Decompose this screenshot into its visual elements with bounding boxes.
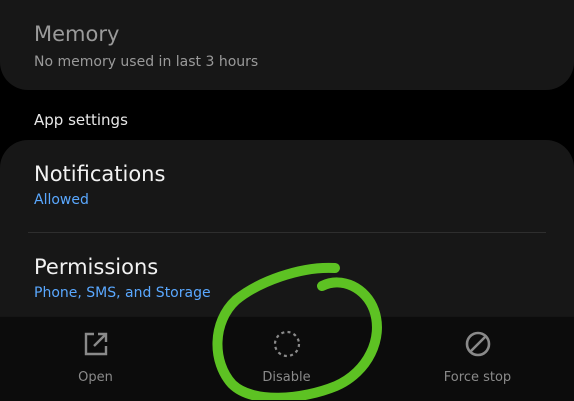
row-divider <box>28 232 546 233</box>
open-external-icon <box>84 332 107 356</box>
open-button[interactable]: Open <box>0 317 191 401</box>
memory-subtitle: No memory used in last 3 hours <box>34 54 259 70</box>
notifications-title: Notifications <box>34 162 166 186</box>
memory-title: Memory <box>34 22 120 46</box>
force-stop-label: Force stop <box>443 370 512 385</box>
permissions-value: Phone, SMS, and Storage <box>34 285 211 301</box>
disable-label: Disable <box>262 370 311 385</box>
notifications-value: Allowed <box>34 192 89 208</box>
bottom-action-bar: Open Disable Force stop <box>0 316 574 401</box>
memory-card[interactable]: Memory No memory used in last 3 hours <box>0 0 574 90</box>
block-icon <box>465 331 490 357</box>
permissions-title: Permissions <box>34 255 159 279</box>
force-stop-button[interactable]: Force stop <box>382 317 573 401</box>
open-label: Open <box>78 370 113 385</box>
disable-button[interactable]: Disable <box>191 317 382 401</box>
disable-dashed-circle-icon <box>273 330 300 358</box>
section-header-app-settings: App settings <box>34 111 128 129</box>
